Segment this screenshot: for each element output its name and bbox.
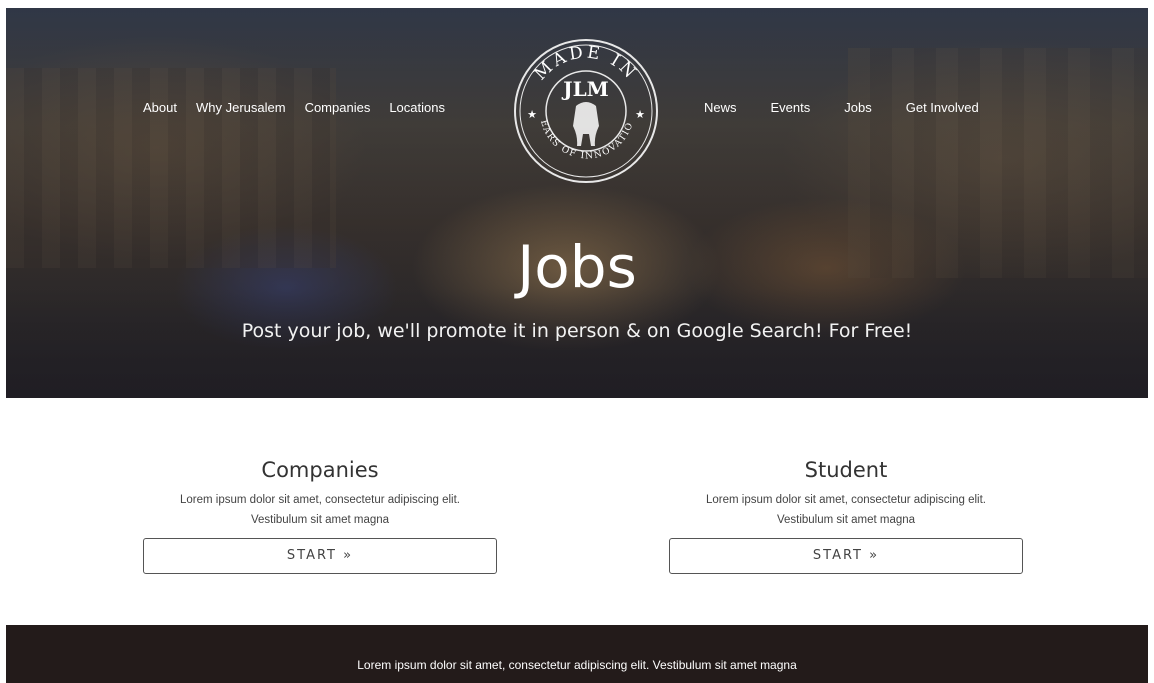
nav-item-about[interactable]: About xyxy=(143,100,177,115)
nav-left: About Why Jerusalem Companies Locations xyxy=(143,100,445,115)
nav-item-locations[interactable]: Locations xyxy=(389,100,445,115)
card-description-line2: Vestibulum sit amet magna xyxy=(250,514,390,526)
companies-start-button[interactable]: START » xyxy=(143,538,497,574)
logo-star-right-icon: ★ xyxy=(635,108,645,121)
nav-item-news[interactable]: News xyxy=(704,100,737,115)
nav-item-events[interactable]: Events xyxy=(771,100,811,115)
student-card: Student Lorem ipsum dolor sit amet, cons… xyxy=(669,458,1023,574)
logo-center-text: JLM xyxy=(561,77,609,101)
nav-item-jobs[interactable]: Jobs xyxy=(844,100,871,115)
footer-text: Lorem ipsum dolor sit amet, consectetur … xyxy=(357,658,797,672)
hero-banner: About Why Jerusalem Companies Locations … xyxy=(6,8,1148,398)
card-title-companies: Companies xyxy=(261,458,379,482)
made-in-jlm-logo[interactable]: MADE IN YEARS OF INNOVATION JLM ★ ★ xyxy=(506,29,661,186)
card-description-line2: Vestibulum sit amet magna xyxy=(776,514,916,526)
hero-subtitle: Post your job, we'll promote it in perso… xyxy=(241,320,913,342)
student-start-button[interactable]: START » xyxy=(669,538,1023,574)
nav-right: News Events Jobs Get Involved xyxy=(704,100,979,115)
logo-seal-icon: MADE IN YEARS OF INNOVATION JLM ★ ★ xyxy=(506,29,658,183)
nav-item-get-involved[interactable]: Get Involved xyxy=(906,100,979,115)
card-description-line1: Lorem ipsum dolor sit amet, consectetur … xyxy=(706,494,986,506)
card-description-line1: Lorem ipsum dolor sit amet, consectetur … xyxy=(180,494,460,506)
footer: Lorem ipsum dolor sit amet, consectetur … xyxy=(6,625,1148,683)
logo-star-left-icon: ★ xyxy=(527,108,537,121)
nav-item-why-jerusalem[interactable]: Why Jerusalem xyxy=(196,100,286,115)
card-title-student: Student xyxy=(804,458,888,482)
nav-item-companies[interactable]: Companies xyxy=(305,100,371,115)
companies-card: Companies Lorem ipsum dolor sit amet, co… xyxy=(143,458,497,574)
page-title: Jobs xyxy=(517,233,637,301)
lion-icon xyxy=(573,102,599,146)
